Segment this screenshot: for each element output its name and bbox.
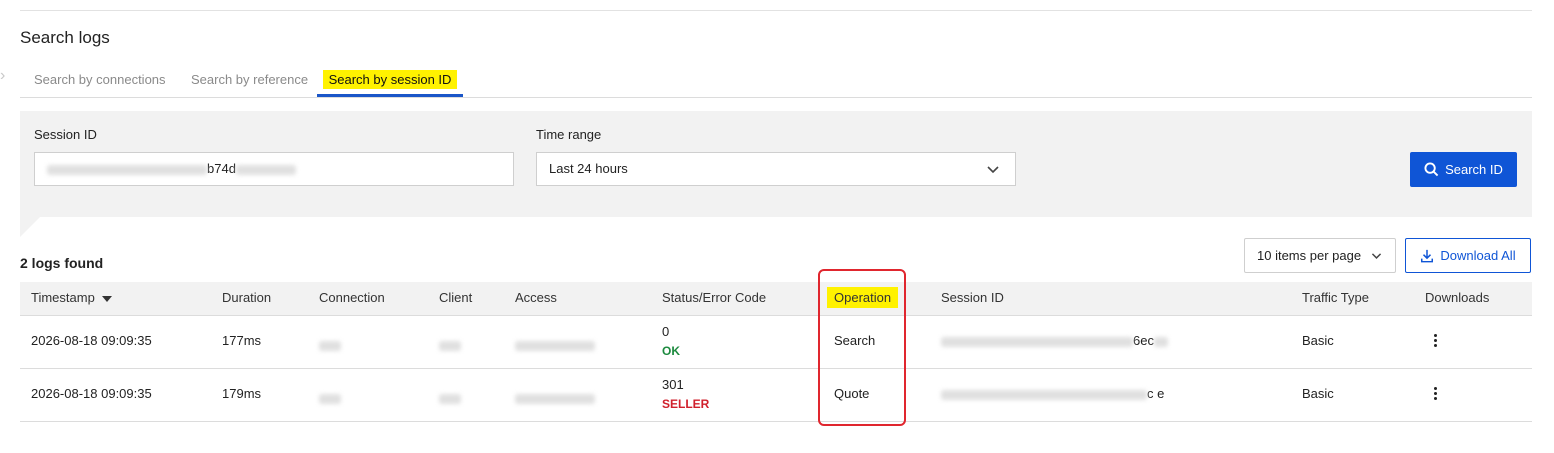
column-label: Timestamp: [31, 290, 95, 305]
table-row[interactable]: 2026-08-18 09:09:35 179ms 301 SELLER Quo…: [20, 369, 1532, 422]
download-all-button[interactable]: Download All: [1405, 238, 1531, 273]
cell-duration: 177ms: [222, 333, 262, 348]
column-connection[interactable]: Connection: [319, 282, 385, 313]
cell-client-redacted: [439, 337, 461, 352]
redacted-text: [47, 164, 207, 175]
download-all-label: Download All: [1440, 248, 1516, 263]
column-client[interactable]: Client: [439, 282, 472, 313]
redacted-text: [941, 389, 1147, 400]
items-per-page-value: 10 items per page: [1257, 248, 1362, 263]
download-icon: [1421, 249, 1434, 262]
redacted-text: [941, 336, 1133, 347]
cell-session-id: 6ec: [941, 333, 1168, 348]
tab-search-by-session-id[interactable]: Search by session ID: [317, 66, 463, 97]
session-id-visible-fragment: c e: [1147, 386, 1165, 401]
cell-timestamp: 2026-08-18 09:09:35: [31, 333, 152, 348]
cell-traffic-type: Basic: [1302, 333, 1334, 348]
tab-label: Search by session ID: [322, 70, 458, 89]
column-traffic-type[interactable]: Traffic Type: [1302, 282, 1369, 313]
annotation-highlight-box: [818, 269, 906, 426]
time-range-label: Time range: [536, 127, 602, 142]
table-header: Timestamp Duration Connection Client Acc…: [20, 282, 1532, 316]
cell-status-code: 0: [662, 324, 670, 339]
search-id-button[interactable]: Search ID: [1410, 152, 1517, 187]
column-downloads: Downloads: [1425, 290, 1490, 305]
redacted-text: [1153, 336, 1168, 347]
tab-search-by-reference[interactable]: Search by reference: [191, 66, 308, 96]
cell-duration: 179ms: [222, 386, 262, 401]
cell-status-text: OK: [662, 344, 680, 358]
search-id-label: Search ID: [1445, 162, 1503, 177]
session-id-label: Session ID: [34, 127, 97, 142]
chevron-down-icon: [1371, 253, 1382, 259]
page-title: Search logs: [20, 28, 110, 47]
column-access[interactable]: Access: [515, 282, 557, 313]
top-divider: [20, 10, 1532, 11]
items-per-page-select[interactable]: 10 items per page: [1244, 238, 1396, 273]
column-session-id[interactable]: Session ID: [941, 282, 1004, 313]
cell-client-redacted: [439, 390, 461, 405]
row-actions-kebab-icon[interactable]: [1434, 387, 1438, 402]
column-duration[interactable]: Duration: [222, 282, 271, 313]
sort-descending-icon: [102, 295, 113, 302]
cell-access-redacted: [515, 337, 595, 352]
tab-label: Search by connections: [34, 72, 166, 87]
session-id-visible-fragment: 6ec: [1133, 333, 1154, 348]
time-range-select[interactable]: Last 24 hours: [536, 152, 1016, 186]
chevron-down-icon: [987, 166, 999, 174]
results-count: 2 logs found: [20, 255, 104, 271]
cell-status-code: 301: [662, 377, 684, 392]
time-range-value: Last 24 hours: [549, 161, 628, 176]
cell-traffic-type: Basic: [1302, 386, 1334, 401]
cell-timestamp: 2026-08-18 09:09:35: [31, 386, 152, 401]
search-icon: [1424, 162, 1439, 177]
column-timestamp[interactable]: Timestamp: [31, 282, 113, 313]
session-id-visible-fragment: b74d: [207, 161, 236, 176]
cell-connection-redacted: [319, 337, 341, 352]
column-status-error-code[interactable]: Status/Error Code: [662, 282, 766, 313]
collapse-chevron-icon[interactable]: ›: [0, 66, 8, 86]
row-actions-kebab-icon[interactable]: [1434, 334, 1438, 349]
cell-connection-redacted: [319, 390, 341, 405]
tab-search-by-connections[interactable]: Search by connections: [34, 66, 166, 96]
session-id-input[interactable]: b74d: [34, 152, 514, 186]
panel-notch: [20, 217, 40, 237]
search-tabs: Search by connections Search by referenc…: [20, 66, 1532, 98]
table-row[interactable]: 2026-08-18 09:09:35 177ms 0 OK Search 6e…: [20, 316, 1532, 369]
cell-status-text: SELLER: [662, 397, 710, 411]
tab-label: Search by reference: [191, 72, 309, 87]
redacted-text: [235, 164, 296, 175]
cell-session-id: c e: [941, 386, 1164, 401]
cell-access-redacted: [515, 390, 595, 405]
